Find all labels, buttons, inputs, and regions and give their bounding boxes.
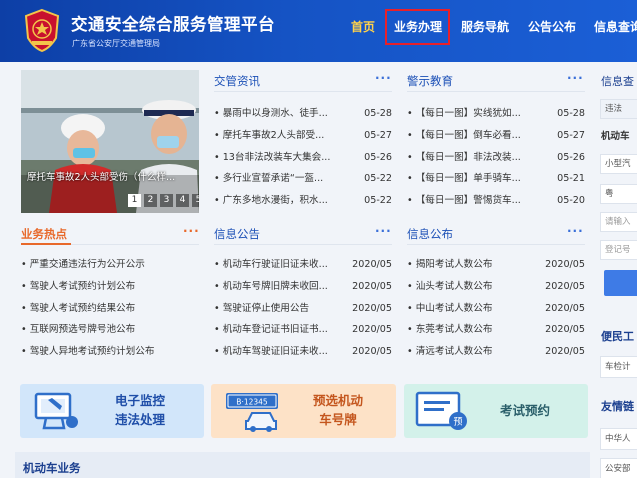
plate-number-input[interactable]: 请输入: [600, 212, 637, 232]
site-header: 交通安全综合服务管理平台 广东省公安厅交通管理局 首页 业务办理 服务导航 公告…: [0, 0, 637, 62]
more-gonggao-button[interactable]: ···: [375, 224, 392, 238]
link-item[interactable]: 中华人: [600, 428, 637, 450]
site-subtitle: 广东省公安厅交通管理局: [72, 39, 160, 48]
list-item[interactable]: • 机动车驾驶证旧证未收... 2020/05: [214, 341, 392, 363]
news-list-redian: • 严重交通违法行为公开公示 • 驾驶人考试预约计划公布 • 驾驶人考试预约结果…: [21, 254, 199, 363]
svg-text:预: 预: [453, 417, 462, 428]
nav-info-query[interactable]: 信息查询: [594, 18, 637, 35]
nav-announcements[interactable]: 公告公布: [528, 18, 576, 35]
carousel-photo: [21, 70, 199, 213]
exam-booking-icon: 预: [415, 391, 467, 430]
card-plate-selection-label[interactable]: 预选机动 车号牌: [293, 391, 383, 429]
panel-title-redian: 业务热点: [21, 227, 67, 241]
nav-highlight-box: [385, 9, 450, 45]
news-carousel[interactable]: 摩托车事故2人头部受伤（什么样... 1 2 3 4 5: [21, 70, 199, 213]
convenience-item[interactable]: 车检计: [600, 356, 637, 378]
list-item[interactable]: • 机动车行驶证旧证未收... 2020/05: [214, 254, 392, 276]
panel-title-jingshi: 警示教育: [407, 74, 453, 88]
province-select[interactable]: 粤: [600, 184, 637, 204]
panel-title-xinxi-gonggao: 信息公告: [214, 227, 260, 241]
list-item[interactable]: • 多行业宣誓承诺“一盔... 05-22: [214, 168, 392, 190]
divider: [407, 91, 585, 92]
list-item[interactable]: • 【每日一图】单手骑车... 05-21: [407, 168, 585, 190]
list-item[interactable]: • 严重交通违法行为公开公示: [21, 254, 199, 276]
card-e-monitoring-label[interactable]: 电子监控 违法处理: [98, 391, 182, 429]
registration-input[interactable]: 登记号: [600, 240, 637, 260]
list-item[interactable]: • 【每日一图】非法改装... 05-26: [407, 147, 585, 169]
list-item[interactable]: • 驾驶人异地考试预约计划公布: [21, 341, 199, 363]
list-item[interactable]: • 暴雨中以身测水、徒手... 05-28: [214, 103, 392, 125]
list-item[interactable]: • 广东多地水漫街，积水... 05-22: [214, 190, 392, 212]
site-title: 交通安全综合服务管理平台: [71, 15, 275, 34]
card-exam-booking[interactable]: 预 考试预约: [404, 384, 588, 438]
news-list-jiaoguan: • 暴雨中以身测水、徒手... 05-28 • 摩托车事故2人头部受... 05-2…: [214, 103, 392, 212]
panel-title-xinxi-gongbu: 信息公布: [407, 227, 453, 241]
list-item[interactable]: • 中山考试人数公布 2020/05: [407, 298, 585, 320]
list-item[interactable]: • 【每日一图】倒车必看... 05-27: [407, 125, 585, 147]
list-item[interactable]: • 汕头考试人数公布 2020/05: [407, 276, 585, 298]
list-item[interactable]: • 清远考试人数公布 2020/05: [407, 341, 585, 363]
list-item[interactable]: • 互联网预选号牌号池公布: [21, 319, 199, 341]
more-jingshi-button[interactable]: ···: [567, 71, 584, 85]
carousel-page-5[interactable]: 5: [192, 194, 199, 207]
more-gongbu-button[interactable]: ···: [567, 224, 584, 238]
carousel-pager: 1 2 3 4 5: [128, 194, 199, 207]
news-list-jingshi: • 【每日一图】实线犹如... 05-28 • 【每日一图】倒车必看... 05-2…: [407, 103, 585, 212]
divider: [407, 244, 585, 245]
tab-violation[interactable]: 违法: [600, 99, 637, 119]
list-item[interactable]: • 揭阳考试人数公布 2020/05: [407, 254, 585, 276]
list-item[interactable]: • 东莞考试人数公布 2020/05: [407, 319, 585, 341]
nav-service-guide[interactable]: 服务导航: [461, 18, 509, 35]
link-item[interactable]: 公安部: [600, 458, 637, 478]
friendly-links-heading: 友情链: [601, 400, 634, 413]
convenience-tools-heading: 便民工: [601, 330, 634, 343]
list-item[interactable]: • 驾驶证停止使用公告 2020/05: [214, 298, 392, 320]
list-item[interactable]: • 机动车号牌旧牌未收回... 2020/05: [214, 276, 392, 298]
panel-title-jiaoguan: 交管资讯: [214, 74, 260, 88]
right-sidebar: 信息查 违法 机动车 小型汽 粤 请输入 登记号 便民工 车检计 友情链 中华人…: [598, 62, 637, 478]
list-item[interactable]: • 摩托车事故2人头部受... 05-27: [214, 125, 392, 147]
more-redian-button[interactable]: ···: [183, 224, 200, 238]
carousel-page-3[interactable]: 3: [160, 194, 173, 207]
info-query-heading: 信息查: [601, 75, 634, 88]
more-jiaoguan-button[interactable]: ···: [375, 71, 392, 85]
list-item[interactable]: • 13台非法改装车大集会... 05-26: [214, 147, 392, 169]
nav-home[interactable]: 首页: [351, 18, 375, 35]
list-item[interactable]: • 驾驶人考试预约结果公布: [21, 298, 199, 320]
carousel-page-2[interactable]: 2: [144, 194, 157, 207]
divider: [214, 244, 392, 245]
list-item[interactable]: • 驾驶人考试预约计划公布: [21, 276, 199, 298]
vehicle-type-select[interactable]: 小型汽: [600, 154, 637, 174]
vehicle-business-bar: [15, 452, 590, 478]
query-button[interactable]: [604, 270, 637, 296]
title-accent: [21, 243, 71, 245]
divider: [214, 91, 392, 92]
carousel-caption[interactable]: 摩托车事故2人头部受伤（什么样...: [27, 169, 175, 183]
card-e-monitoring[interactable]: 电子监控 违法处理: [20, 384, 204, 438]
vehicle-label: 机动车: [601, 131, 630, 142]
list-item[interactable]: • 机动车登记证书旧证书... 2020/05: [214, 319, 392, 341]
svg-text:B·12345: B·12345: [236, 398, 268, 407]
carousel-page-4[interactable]: 4: [176, 194, 189, 207]
news-list-gonggao: • 机动车行驶证旧证未收... 2020/05 • 机动车号牌旧牌未收回... 20…: [214, 254, 392, 363]
card-exam-booking-label[interactable]: 考试预约: [480, 401, 570, 420]
card-plate-selection[interactable]: B·12345 预选机动 车号牌: [211, 384, 396, 438]
camera-monitor-icon: [34, 392, 78, 430]
police-emblem-icon: [24, 8, 60, 52]
carousel-page-1[interactable]: 1: [128, 194, 141, 207]
news-list-gongbu: • 揭阳考试人数公布 2020/05 • 汕头考试人数公布 2020/05 • 中山…: [407, 254, 585, 363]
list-item[interactable]: • 【每日一图】实线犹如... 05-28: [407, 103, 585, 125]
list-item[interactable]: • 【每日一图】警惕货车... 05-20: [407, 190, 585, 212]
license-plate-car-icon: B·12345: [226, 393, 278, 432]
vehicle-business-title: 机动车业务: [23, 461, 81, 475]
